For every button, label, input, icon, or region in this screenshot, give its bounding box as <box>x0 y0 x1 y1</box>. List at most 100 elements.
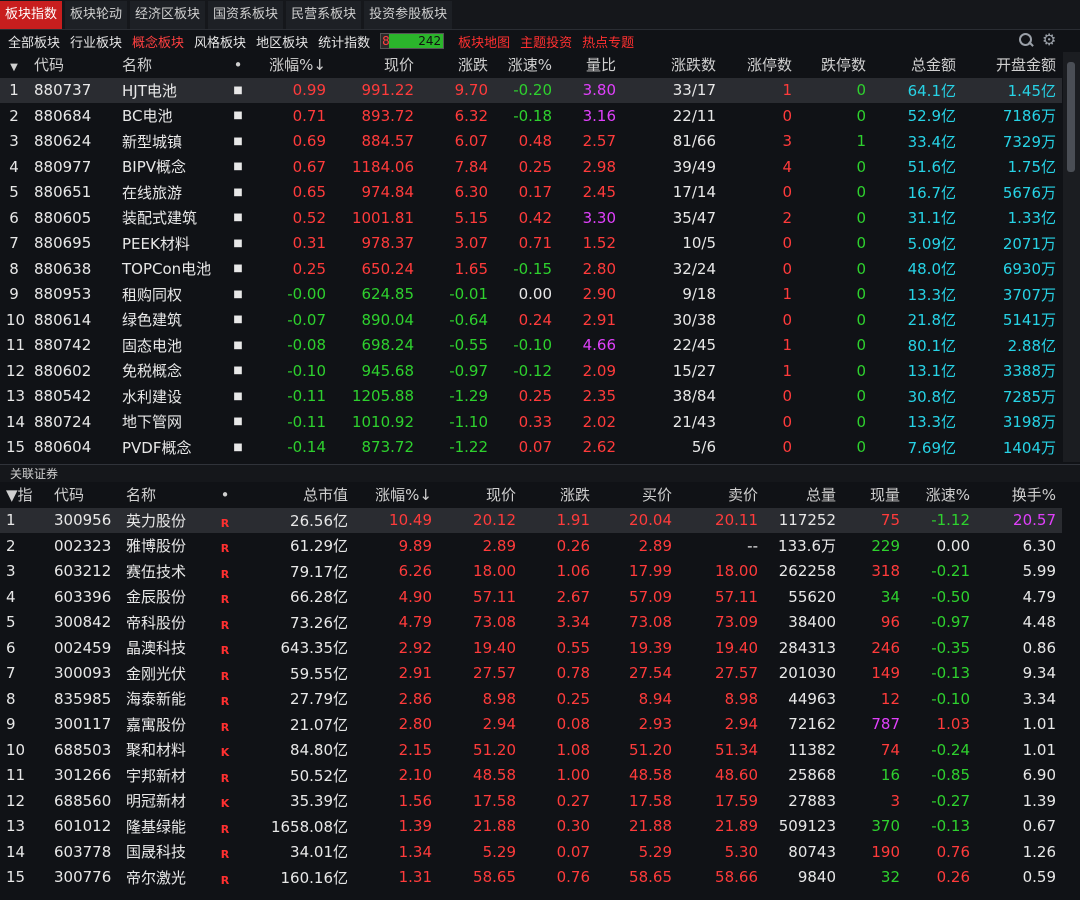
sector-cell: 0 <box>856 361 866 380</box>
sector-cell: 3.30 <box>582 208 616 227</box>
sector-header-cell[interactable]: ▼ <box>0 52 28 78</box>
stock-row[interactable]: 5 300842 帝科股份 R 73.26亿 4.79 73.08 3.34 73.08 73.0… <box>0 610 1062 636</box>
stock-cell: 17.59 <box>715 791 758 810</box>
stock-header-cell[interactable]: • <box>210 482 240 508</box>
sector-row[interactable]: 14 880724 地下管网 ■ -0.11 1010.92 -1.10 0.33 2.02 21… <box>0 409 1062 435</box>
sector-header-cell[interactable]: 量比 <box>558 52 622 78</box>
sector-header-cell[interactable]: 跌停数 <box>798 52 872 78</box>
sector-cell: 6.32 <box>454 106 488 125</box>
gear-icon[interactable]: ⚙ <box>1042 32 1058 48</box>
sector-header-cell[interactable]: 涨跌 <box>420 52 494 78</box>
stock-row[interactable]: 4 603396 金辰股份 R 66.28亿 4.90 57.11 2.67 57.09 57.1… <box>0 584 1062 610</box>
sector-header-cell[interactable]: 涨跌数 <box>622 52 722 78</box>
sector-cell: 0.69 <box>292 132 326 151</box>
stock-cell: 27.79亿 <box>290 690 348 709</box>
stock-row[interactable]: 8 835985 海泰新能 R 27.79亿 2.86 8.98 0.25 8.94 8.98 44… <box>0 686 1062 712</box>
sector-row[interactable]: 6 880605 装配式建筑 ■ 0.52 1001.81 5.15 0.42 3.30 35/4… <box>0 205 1062 231</box>
stock-header-cell[interactable]: 卖价 <box>678 482 764 508</box>
top-tab-3[interactable]: 国资系板块 <box>208 1 284 29</box>
sector-header-cell[interactable]: 名称 <box>116 52 218 78</box>
sector-row[interactable]: 2 880684 BC电池 ■ 0.71 893.72 6.32 -0.18 3.16 22/11… <box>0 103 1062 129</box>
sort-caret-icon[interactable]: ▼ <box>10 62 18 73</box>
sector-header-cell[interactable]: 涨停数 <box>722 52 798 78</box>
stock-row[interactable]: 15 300776 帝尔激光 R 160.16亿 1.31 58.65 0.76 58.65 58… <box>0 865 1062 891</box>
category-tab-5[interactable]: 统计指数 <box>318 32 370 51</box>
stock-header-cell[interactable]: 总市值 <box>240 482 354 508</box>
stock-row[interactable]: 6 002459 晶澳科技 R 643.35亿 2.92 19.40 0.55 19.39 19.… <box>0 635 1062 661</box>
sector-header-cell[interactable]: 现价 <box>332 52 420 78</box>
sector-scrollbar[interactable] <box>1063 52 1080 462</box>
sector-cell: 12 <box>6 361 26 380</box>
stock-header-cell[interactable]: 涨跌 <box>522 482 596 508</box>
stock-row[interactable]: 7 300093 金刚光伏 R 59.55亿 2.91 27.57 0.78 27.54 27.5… <box>0 661 1062 687</box>
sector-header-cell[interactable]: 开盘金额 <box>962 52 1062 78</box>
extra-link-1[interactable]: 主题投资 <box>520 32 572 51</box>
extra-link-0[interactable]: 板块地图 <box>458 32 510 51</box>
sector-row[interactable]: 9 880953 租购同权 ■ -0.00 624.85 -0.01 0.00 2.90 9/18… <box>0 282 1062 308</box>
category-tab-4[interactable]: 地区板块 <box>256 32 308 51</box>
stock-header-cell[interactable]: 代码 <box>48 482 120 508</box>
search-icon[interactable] <box>1018 32 1034 48</box>
sector-row[interactable]: 12 880602 免税概念 ■ -0.10 945.68 -0.97 -0.12 2.09 15… <box>0 358 1062 384</box>
stock-cell: 73.08 <box>629 613 672 632</box>
sector-header-cell[interactable]: • <box>218 52 258 78</box>
stock-header-cell[interactable]: 总量 <box>764 482 842 508</box>
sector-header-cell[interactable]: 涨幅%↓ <box>258 52 332 78</box>
sector-row[interactable]: 10 880614 绿色建筑 ■ -0.07 890.04 -0.64 0.24 2.91 30/… <box>0 307 1062 333</box>
stock-header-cell[interactable]: 涨速% <box>906 482 976 508</box>
stock-row[interactable]: 11 301266 宇邦新材 R 50.52亿 2.10 48.58 1.00 48.58 48.… <box>0 763 1062 789</box>
stock-cell: 明冠新材 <box>126 792 187 811</box>
stock-header-cell[interactable]: 现量 <box>842 482 906 508</box>
sector-row[interactable]: 8 880638 TOPCon电池 ■ 0.25 650.24 1.65 -0.15 2.80 3… <box>0 256 1062 282</box>
sector-cell: 10/5 <box>682 234 716 253</box>
stock-row[interactable]: 10 688503 聚和材料 K 84.80亿 2.15 51.20 1.08 51.20 51.… <box>0 737 1062 763</box>
bullet-icon: ■ <box>233 237 243 249</box>
sector-row[interactable]: 5 880651 在线旅游 ■ 0.65 974.84 6.30 0.17 2.45 17/14 0… <box>0 180 1062 206</box>
stock-header-cell[interactable]: 名称 <box>120 482 210 508</box>
sector-cell: 890.04 <box>361 310 415 329</box>
sector-cell: 22/11 <box>672 106 716 125</box>
top-tab-1[interactable]: 板块轮动 <box>65 1 128 29</box>
top-tab-0[interactable]: 板块指数 <box>0 1 63 29</box>
sector-cell: 880724 <box>34 412 92 431</box>
sector-cell: 0.25 <box>518 157 552 176</box>
sector-row[interactable]: 15 880604 PVDF概念 ■ -0.14 873.72 -1.22 0.07 2.62 5… <box>0 435 1062 461</box>
stock-header-cell[interactable]: ▼指 <box>0 482 48 508</box>
stock-cell: 79.17亿 <box>290 562 348 581</box>
stock-row[interactable]: 12 688560 明冠新材 K 35.39亿 1.56 17.58 0.27 17.58 17.… <box>0 788 1062 814</box>
stock-header-cell[interactable]: 涨幅%↓ <box>354 482 438 508</box>
stock-row[interactable]: 3 603212 赛伍技术 R 79.17亿 6.26 18.00 1.06 17.99 18.0… <box>0 559 1062 585</box>
stock-row[interactable]: 13 601012 隆基绿能 R 1658.08亿 1.39 21.88 0.30 21.88 2… <box>0 814 1062 840</box>
sector-row[interactable]: 13 880542 水利建设 ■ -0.11 1205.88 -1.29 0.25 2.35 38… <box>0 384 1062 410</box>
sector-row[interactable]: 3 880624 新型城镇 ■ 0.69 884.57 6.07 0.48 2.57 81/66 3… <box>0 129 1062 155</box>
sector-header-cell[interactable]: 涨速% <box>494 52 558 78</box>
top-tab-2[interactable]: 经济区板块 <box>130 1 206 29</box>
category-tab-3[interactable]: 风格板块 <box>194 32 246 51</box>
stock-cell: 2.94 <box>724 715 758 734</box>
stock-cell: 58.66 <box>715 868 758 887</box>
sector-row[interactable]: 7 880695 PEEK材料 ■ 0.31 978.37 3.07 0.71 1.52 10/5… <box>0 231 1062 257</box>
stock-header-cell[interactable]: 换手% <box>976 482 1062 508</box>
top-tab-5[interactable]: 投资参股板块 <box>364 1 453 29</box>
bullet-icon: ■ <box>233 441 243 453</box>
extra-link-2[interactable]: 热点专题 <box>582 32 634 51</box>
stock-cell: 18.00 <box>715 562 758 581</box>
category-tab-0[interactable]: 全部板块 <box>8 32 60 51</box>
stock-header-cell[interactable]: 现价 <box>438 482 522 508</box>
stock-header-cell[interactable]: 买价 <box>596 482 678 508</box>
market-tag: R <box>220 567 230 581</box>
sector-cell: 80.1亿 <box>907 336 956 355</box>
category-tab-1[interactable]: 行业板块 <box>70 32 122 51</box>
sector-header-cell[interactable]: 代码 <box>28 52 116 78</box>
stock-row[interactable]: 2 002323 雅博股份 R 61.29亿 9.89 2.89 0.26 2.89 -- 133.… <box>0 533 1062 559</box>
stock-row[interactable]: 9 300117 嘉寓股份 R 21.07亿 2.80 2.94 0.08 2.93 2.94 72… <box>0 712 1062 738</box>
category-tab-2[interactable]: 概念板块 <box>132 32 184 51</box>
top-tab-4[interactable]: 民营系板块 <box>286 1 362 29</box>
sector-header-cell[interactable]: 总金额 <box>872 52 962 78</box>
sector-row[interactable]: 11 880742 固态电池 ■ -0.08 698.24 -0.55 -0.10 4.66 22… <box>0 333 1062 359</box>
stock-row[interactable]: 1 300956 英力股份 R 26.56亿 10.49 20.12 1.91 20.04 20.… <box>0 507 1062 533</box>
stock-row[interactable]: 14 603778 国晟科技 R 34.01亿 1.34 5.29 0.07 5.29 5.30 8… <box>0 839 1062 865</box>
stock-cell: 44963 <box>788 689 836 708</box>
sector-row[interactable]: 4 880977 BIPV概念 ■ 0.67 1184.06 7.84 0.25 2.98 39/… <box>0 154 1062 180</box>
sector-row[interactable]: 1 880737 HJT电池 ■ 0.99 991.22 9.70 -0.20 3.80 33/1… <box>0 77 1062 103</box>
